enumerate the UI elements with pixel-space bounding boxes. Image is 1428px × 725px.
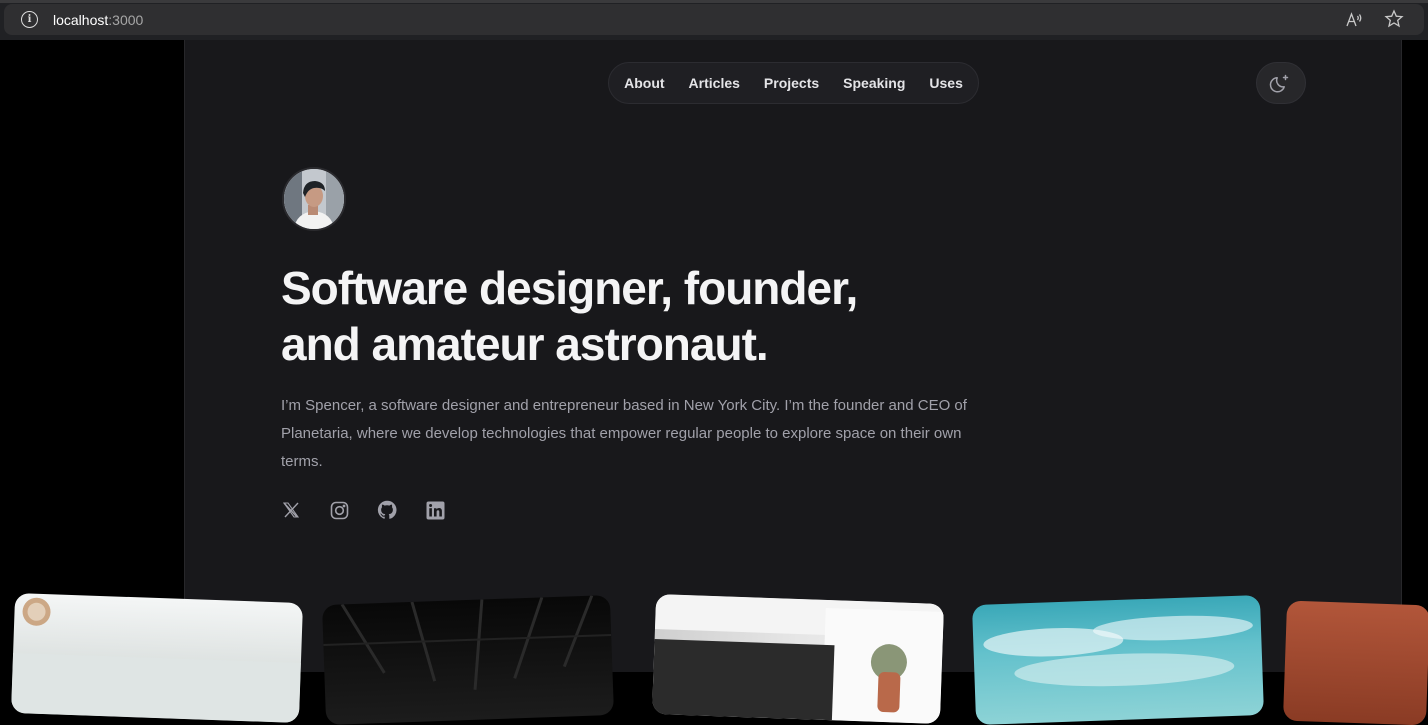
nav-item-projects[interactable]: Projects bbox=[764, 75, 819, 91]
nav-item-about[interactable]: About bbox=[624, 75, 664, 91]
avatar[interactable] bbox=[282, 167, 346, 231]
headline-line-1: Software designer, founder, bbox=[281, 262, 858, 314]
photo-card-2 bbox=[321, 595, 615, 725]
nav-item-articles[interactable]: Articles bbox=[689, 75, 740, 91]
photo-card-4 bbox=[971, 595, 1265, 725]
photo-card-5 bbox=[1282, 600, 1428, 725]
main-nav: About Articles Projects Speaking Uses bbox=[608, 62, 979, 104]
theme-toggle-button[interactable] bbox=[1256, 62, 1306, 104]
instagram-link[interactable] bbox=[329, 500, 349, 520]
intro-text: I’m Spencer, a software designer and ent… bbox=[281, 397, 967, 470]
page-title: Software designer, founder, and amateur … bbox=[281, 260, 981, 372]
photo-card-1 bbox=[10, 593, 304, 723]
nav-item-uses[interactable]: Uses bbox=[929, 75, 962, 91]
url-port: :3000 bbox=[108, 12, 144, 28]
photo-card-3 bbox=[651, 594, 945, 724]
read-aloud-icon[interactable] bbox=[1345, 11, 1363, 29]
nav-item-speaking[interactable]: Speaking bbox=[843, 75, 905, 91]
linkedin-icon bbox=[426, 501, 444, 519]
moon-icon bbox=[1269, 74, 1289, 93]
github-icon bbox=[377, 500, 397, 519]
linkedin-link[interactable] bbox=[425, 500, 445, 520]
address-bar[interactable] bbox=[4, 4, 1424, 35]
social-links bbox=[281, 500, 445, 520]
url-host: localhost bbox=[53, 12, 109, 28]
headline-line-2: and amateur astronaut. bbox=[281, 318, 769, 370]
site-info-icon[interactable]: i bbox=[21, 11, 38, 28]
page-container: About Articles Projects Speaking Uses So… bbox=[184, 40, 1402, 672]
url-text[interactable]: localhost:3000 bbox=[53, 12, 143, 28]
favorite-star-icon[interactable] bbox=[1384, 9, 1404, 29]
github-link[interactable] bbox=[377, 500, 397, 520]
x-link[interactable] bbox=[281, 500, 301, 520]
browser-toolbar: i localhost:3000 bbox=[0, 0, 1428, 40]
x-icon bbox=[282, 502, 300, 518]
instagram-icon bbox=[330, 501, 348, 519]
browser-tab-strip bbox=[0, 0, 1428, 3]
